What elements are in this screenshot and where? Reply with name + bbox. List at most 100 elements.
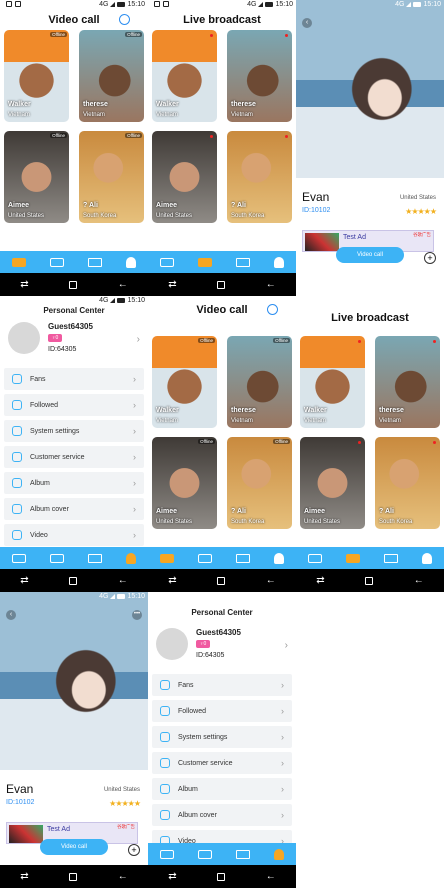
- profile-location: United States: [103, 787, 140, 793]
- recent-button[interactable]: ⇄: [316, 575, 324, 586]
- menu-item-followed[interactable]: Followed ›: [4, 394, 144, 416]
- menu-item-fans[interactable]: Fans ›: [4, 368, 144, 390]
- video-call-button[interactable]: Video call: [336, 247, 404, 263]
- anchor-card[interactable]: Offline Walker Vietnam: [4, 30, 69, 122]
- anchor-card[interactable]: therese Vietnam: [227, 30, 292, 122]
- back-button[interactable]: ←: [118, 575, 128, 586]
- menu-item-customer-service[interactable]: Customer service ›: [152, 752, 292, 774]
- menu-label: Customer service: [30, 453, 85, 461]
- back-button[interactable]: ←: [266, 279, 276, 290]
- anchor-card[interactable]: Offline therese Vietnam: [79, 30, 144, 122]
- anchor-location: Vietnam: [156, 418, 178, 424]
- back-button[interactable]: ←: [266, 871, 276, 882]
- home-button[interactable]: [69, 872, 78, 881]
- live-dot-icon: [285, 34, 288, 37]
- back-button[interactable]: ←: [266, 575, 276, 586]
- user-header[interactable]: Guest64305 ♀0 ID:64305 ›: [4, 318, 144, 366]
- profile-tab-icon[interactable]: [274, 256, 284, 268]
- video-tab-icon[interactable]: [308, 553, 322, 563]
- search-icon[interactable]: [119, 14, 130, 25]
- live-tab-icon[interactable]: [50, 553, 64, 563]
- empty-cell: [296, 592, 444, 888]
- profile-tab-icon[interactable]: [274, 848, 284, 860]
- bottom-nav: [296, 547, 444, 569]
- video-tab-icon[interactable]: [12, 553, 26, 563]
- message-tab-icon[interactable]: [236, 553, 250, 563]
- anchor-location: Vietnam: [231, 418, 253, 424]
- profile-tab-icon[interactable]: [422, 552, 432, 564]
- recent-button[interactable]: ⇄: [20, 871, 28, 882]
- anchor-card[interactable]: Walker Vietnam: [300, 336, 365, 428]
- anchor-card[interactable]: Offline Aimee United States: [4, 131, 69, 223]
- anchor-card[interactable]: Aimee United States: [152, 131, 217, 223]
- live-tab-icon[interactable]: [50, 257, 64, 267]
- anchor-card[interactable]: Offline ? Ali South Korea: [227, 437, 292, 529]
- profile-tab-icon[interactable]: [126, 552, 136, 564]
- recent-button[interactable]: ⇄: [20, 279, 28, 290]
- message-tab-icon[interactable]: [384, 553, 398, 563]
- menu-item-followed[interactable]: Followed ›: [152, 700, 292, 722]
- live-tab-icon[interactable]: [198, 553, 212, 563]
- video-call-button[interactable]: Video call: [40, 839, 108, 855]
- menu-item-video[interactable]: Video ›: [4, 524, 144, 546]
- profile-tab-icon[interactable]: [126, 256, 136, 268]
- message-tab-icon[interactable]: [88, 553, 102, 563]
- add-follow-button[interactable]: +: [424, 252, 436, 264]
- anchor-card[interactable]: ? Ali South Korea: [227, 131, 292, 223]
- home-button[interactable]: [365, 576, 374, 585]
- anchor-card[interactable]: Offline Aimee United States: [152, 437, 217, 529]
- video-tab-icon[interactable]: [160, 257, 174, 267]
- recent-button[interactable]: ⇄: [168, 575, 176, 586]
- menu-item-album-cover[interactable]: Album cover ›: [4, 498, 144, 520]
- back-icon[interactable]: ‹: [302, 18, 312, 28]
- recent-button[interactable]: ⇄: [168, 871, 176, 882]
- home-button[interactable]: [217, 280, 226, 289]
- status-badge: Offline: [273, 338, 290, 343]
- back-button[interactable]: ←: [118, 871, 128, 882]
- recent-button[interactable]: ⇄: [20, 575, 28, 586]
- menu-label: Fans: [30, 375, 46, 383]
- menu-item-system-settings[interactable]: System settings ›: [4, 420, 144, 442]
- anchor-card[interactable]: Offline ? Ali South Korea: [79, 131, 144, 223]
- video-tab-icon[interactable]: [12, 257, 26, 267]
- message-tab-icon[interactable]: [236, 849, 250, 859]
- more-icon[interactable]: •••: [132, 610, 142, 620]
- anchor-card[interactable]: ? Ali South Korea: [375, 437, 440, 529]
- home-button[interactable]: [217, 576, 226, 585]
- live-tab-icon[interactable]: [346, 553, 360, 563]
- menu-item-album[interactable]: Album ›: [152, 778, 292, 800]
- menu-item-fans[interactable]: Fans ›: [152, 674, 292, 696]
- video-tab-icon[interactable]: [160, 553, 174, 563]
- message-tab-icon[interactable]: [88, 257, 102, 267]
- menu-item-system-settings[interactable]: System settings ›: [152, 726, 292, 748]
- back-icon[interactable]: ‹: [6, 610, 16, 620]
- search-icon[interactable]: [267, 304, 278, 315]
- home-button[interactable]: [69, 576, 78, 585]
- anchor-location: South Korea: [231, 519, 265, 525]
- menu-item-album-cover[interactable]: Album cover ›: [152, 804, 292, 826]
- live-tab-icon[interactable]: [198, 257, 212, 267]
- back-button[interactable]: ←: [118, 279, 128, 290]
- video-tab-icon[interactable]: [160, 849, 174, 859]
- recent-button[interactable]: ⇄: [168, 279, 176, 290]
- settings-menu: Fans › Followed › System settings › Custome…: [4, 368, 144, 550]
- anchor-card[interactable]: Offline Walker Vietnam: [152, 336, 217, 428]
- home-button[interactable]: [217, 872, 226, 881]
- image-icon: [12, 504, 22, 514]
- back-button[interactable]: ←: [414, 575, 424, 586]
- menu-item-album[interactable]: Album ›: [4, 472, 144, 494]
- anchor-card[interactable]: Walker Vietnam: [152, 30, 217, 122]
- status-bar: 4G 15:10: [0, 296, 148, 306]
- anchor-card[interactable]: Offline therese Vietnam: [227, 336, 292, 428]
- menu-label: Album cover: [178, 811, 217, 819]
- message-tab-icon[interactable]: [236, 257, 250, 267]
- anchor-name: Aimee: [8, 202, 30, 209]
- profile-tab-icon[interactable]: [274, 552, 284, 564]
- home-button[interactable]: [69, 280, 78, 289]
- anchor-card[interactable]: therese Vietnam: [375, 336, 440, 428]
- menu-item-customer-service[interactable]: Customer service ›: [4, 446, 144, 468]
- live-tab-icon[interactable]: [198, 849, 212, 859]
- anchor-card[interactable]: Aimee United States: [300, 437, 365, 529]
- user-header[interactable]: Guest64305 ♀0 ID:64305 ›: [152, 624, 292, 672]
- add-follow-button[interactable]: +: [128, 844, 140, 856]
